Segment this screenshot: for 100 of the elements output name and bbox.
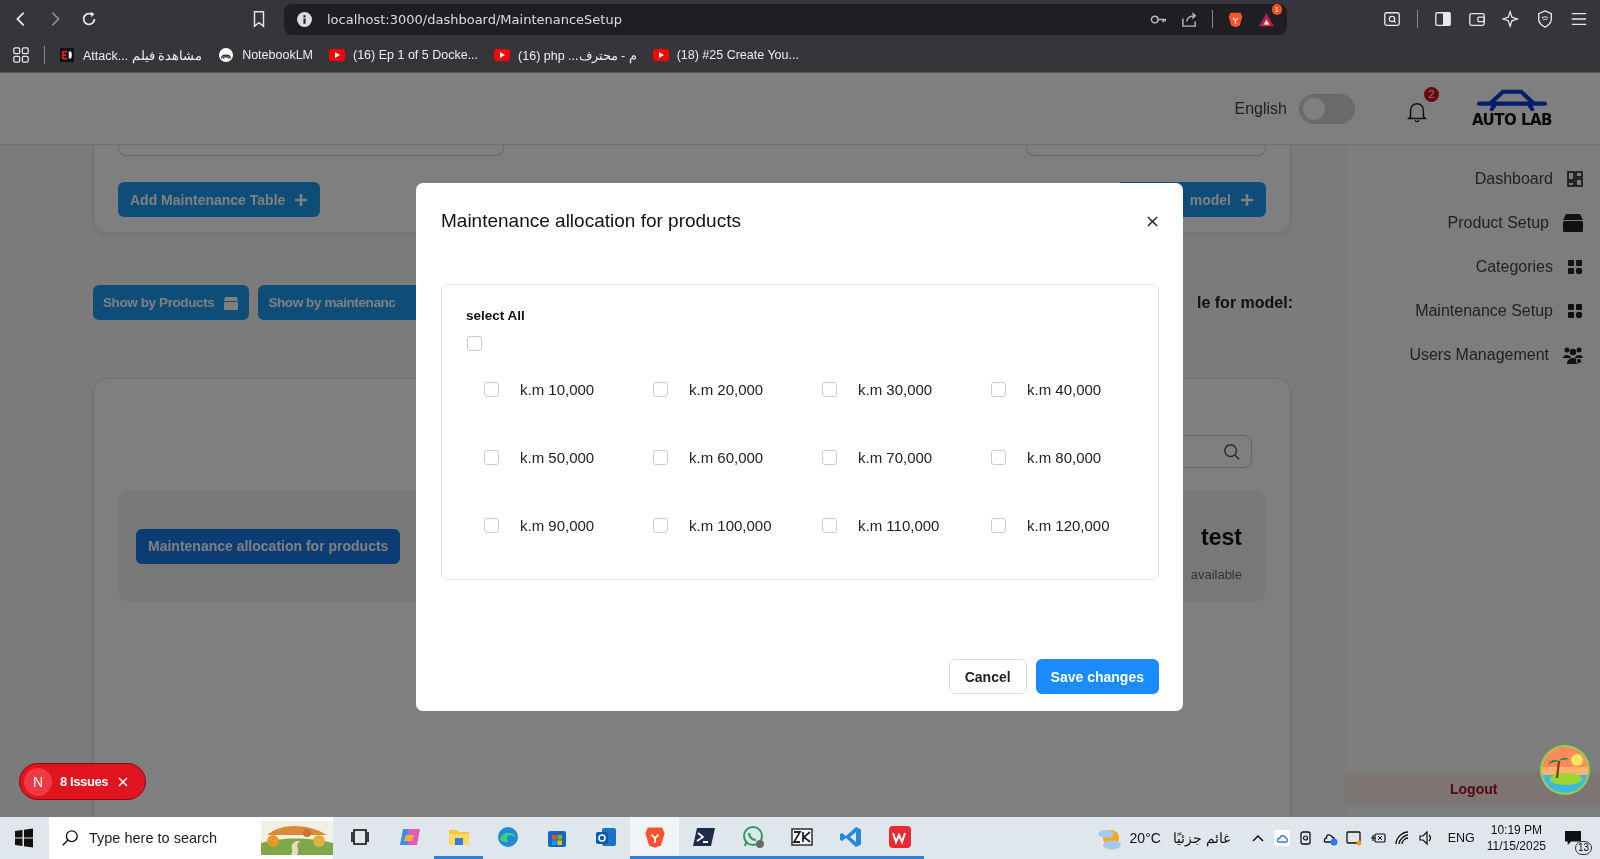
taskbar-search-field[interactable]: Type here to search — [49, 817, 333, 859]
reload-icon[interactable] — [80, 10, 98, 28]
checkbox[interactable] — [822, 381, 837, 397]
language-toggle[interactable] — [1299, 93, 1355, 124]
shield-icon[interactable] — [1536, 10, 1554, 28]
menu-icon[interactable] — [1570, 10, 1588, 28]
checkbox[interactable] — [822, 449, 837, 465]
favicon-icon — [59, 48, 75, 62]
product-status: available — [1190, 567, 1242, 582]
search-page-icon[interactable] — [1383, 10, 1401, 28]
checkbox[interactable] — [991, 381, 1006, 397]
volume-icon[interactable] — [1417, 830, 1434, 846]
close-icon[interactable] — [1147, 215, 1158, 227]
input-language[interactable]: ENG — [1447, 831, 1475, 845]
bookmark[interactable]: (16) php ...م - محترف — [494, 47, 637, 63]
start-icon[interactable] — [14, 828, 34, 848]
checkbox[interactable] — [484, 517, 499, 533]
checkbox[interactable] — [484, 381, 499, 397]
notification-badge: 2 — [1424, 86, 1439, 102]
allocation-button[interactable]: Maintenance allocation for products — [136, 528, 401, 564]
temperature: 20°C — [1129, 830, 1161, 846]
favicon-icon — [218, 48, 235, 62]
checkbox[interactable] — [484, 449, 499, 465]
document-app-icon — [887, 824, 912, 849]
input-field[interactable] — [1026, 145, 1266, 156]
apps-icon[interactable] — [12, 46, 30, 64]
notification-count: 13 — [1574, 841, 1592, 855]
sidebar-icon[interactable] — [1434, 10, 1452, 28]
dashboard-icon — [1567, 170, 1583, 187]
users-icon — [1563, 345, 1583, 364]
checkbox-label: k.m 100,000 — [689, 516, 772, 534]
checkbox-label: k.m 110,000 — [858, 516, 940, 534]
display-icon[interactable] — [1345, 830, 1362, 846]
checkbox-label: k.m 80,000 — [1027, 448, 1102, 466]
grid-icon — [1567, 258, 1583, 275]
address-bar[interactable]: localhost:3000/dashboard/MaintenanceSetup 1 — [284, 3, 1287, 35]
sidebar-item[interactable]: Product Setup — [1447, 209, 1583, 236]
sidebar-item[interactable]: Dashboard — [1474, 165, 1583, 192]
bell-icon — [1406, 100, 1428, 124]
wifi-icon[interactable] — [1393, 830, 1410, 846]
issues-badge[interactable]: N 8 Issues — [19, 763, 146, 800]
play-icon — [329, 48, 345, 62]
checkbox[interactable] — [991, 449, 1006, 465]
notification-badge: 1 — [1271, 3, 1282, 15]
ribbon-icon — [838, 824, 863, 849]
checkbox-label: k.m 20,000 — [689, 380, 764, 398]
box-icon — [223, 295, 240, 310]
lion-icon[interactable] — [1227, 10, 1244, 28]
bookmark[interactable]: (16) Ep 1 of 5 Docke... — [329, 48, 479, 62]
search-icon — [61, 829, 79, 847]
language-label: English — [1234, 99, 1287, 118]
wallet-icon[interactable] — [1468, 10, 1486, 28]
search-icon — [1223, 442, 1241, 461]
bookmark[interactable]: NotebookLM — [218, 48, 313, 62]
sidebar-item[interactable]: Users Management — [1409, 341, 1583, 368]
checkbox[interactable] — [653, 381, 668, 397]
checkbox-label: k.m 70,000 — [858, 448, 933, 466]
checkbox-label: k.m 120,000 — [1027, 516, 1110, 534]
sidebar-item[interactable]: Maintenance Setup — [1415, 297, 1583, 324]
issues-label: 8 Issues — [60, 774, 109, 789]
wave-icon — [495, 824, 520, 849]
triangle-icon[interactable] — [1258, 10, 1275, 28]
clock-date[interactable]: 11/15/2025 — [1486, 838, 1546, 854]
share-icon[interactable] — [1181, 10, 1198, 28]
checkbox-label: k.m 50,000 — [520, 448, 595, 466]
chat-bubble-icon — [740, 824, 765, 849]
checkbox-label: k.m 90,000 — [520, 516, 595, 534]
checkbox[interactable] — [991, 517, 1006, 533]
cancel-button[interactable]: Cancel — [948, 659, 1027, 694]
clock-time[interactable]: 10:19 PM — [1490, 822, 1543, 838]
sidebar-item[interactable]: Categories — [1475, 253, 1583, 280]
checkbox-label: k.m 60,000 — [689, 448, 764, 466]
camera-icon[interactable] — [1297, 830, 1314, 846]
input-field[interactable] — [118, 145, 504, 156]
checkbox-label: k.m 30,000 — [858, 380, 933, 398]
logo-badge: N — [24, 767, 52, 796]
schedule-heading: le for model: — [1197, 293, 1293, 312]
sparkle-icon[interactable] — [1502, 10, 1520, 28]
logout-link[interactable]: Logout — [1450, 781, 1498, 797]
lion-icon — [642, 824, 667, 849]
box-icon — [1563, 213, 1583, 232]
checkbox[interactable] — [822, 517, 837, 533]
play-icon — [652, 48, 669, 62]
select-all-label: select All — [466, 308, 525, 323]
checkbox[interactable] — [653, 517, 668, 533]
notification-button[interactable]: 2 — [1399, 86, 1439, 131]
play-icon — [494, 48, 511, 62]
plus-icon — [1240, 192, 1254, 207]
checkbox[interactable] — [467, 336, 482, 351]
info-icon — [296, 10, 313, 28]
save-button[interactable]: Save changes — [1035, 659, 1159, 694]
product-name: test — [1201, 524, 1242, 551]
add-table-button[interactable]: Add Maintenance Table — [118, 182, 321, 217]
cloud-icon[interactable] — [1273, 830, 1290, 846]
grid-icon — [1567, 302, 1583, 319]
view-button[interactable]: Show by Products — [93, 285, 250, 320]
checkbox[interactable] — [653, 449, 668, 465]
bookmark[interactable]: (18) #25 Create You... — [652, 48, 799, 62]
bookmark[interactable]: Attack... مشاهدة فيلم — [59, 47, 203, 63]
battery-icon[interactable] — [1369, 830, 1386, 846]
